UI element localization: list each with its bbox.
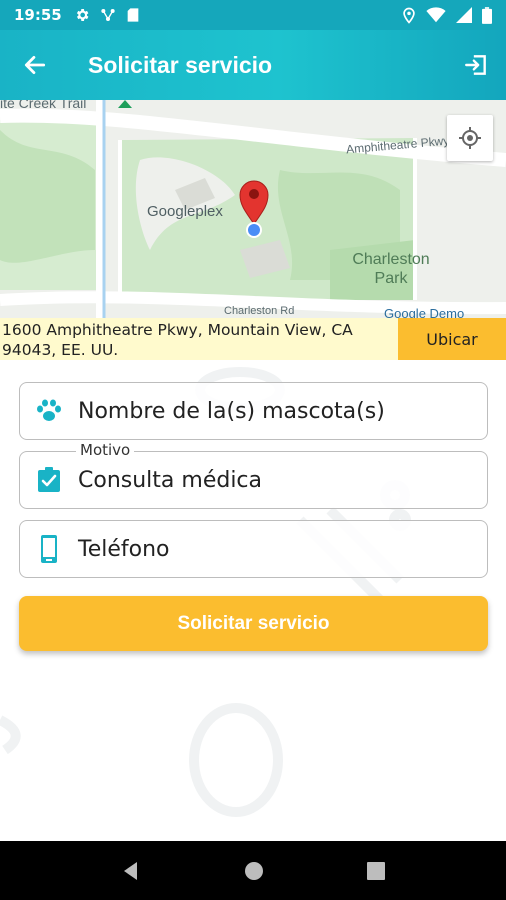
nav-back-icon[interactable] (121, 861, 141, 881)
my-location-button[interactable] (447, 115, 493, 161)
system-nav-bar (0, 841, 506, 900)
reason-legend: Motivo (76, 441, 135, 459)
page-title: Solicitar servicio (88, 51, 273, 78)
clipboard-check-icon (20, 467, 78, 493)
status-bar: 19:55 (0, 0, 506, 30)
arrow-left-icon (24, 56, 46, 74)
pet-name-placeholder: Nombre de la(s) mascota(s) (78, 398, 385, 424)
wifi-icon (426, 7, 446, 23)
phone-placeholder: Teléfono (78, 536, 170, 562)
settings-icon (76, 9, 89, 21)
map-label-charleston-rd: Charleston Rd (224, 305, 295, 317)
map-view[interactable]: ite Creek Trail Amphitheatre Pkwy Google… (0, 100, 506, 318)
nav-recents-icon[interactable] (366, 861, 385, 880)
exit-icon (465, 55, 486, 75)
network-share-icon (101, 9, 115, 21)
map-label-google-demo: Google Demo (384, 306, 465, 318)
address-bar: 1600 Amphitheatre Pkwy, Mountain View, C… (0, 318, 506, 360)
back-button[interactable] (0, 30, 70, 100)
battery-icon (482, 6, 492, 24)
submit-request-button[interactable]: Solicitar servicio (19, 596, 488, 651)
phone-icon (20, 535, 78, 563)
ubicar-button[interactable]: Ubicar (398, 318, 506, 360)
nav-home-icon[interactable] (244, 861, 264, 881)
app-bar: Solicitar servicio (0, 30, 506, 100)
signal-icon (456, 7, 472, 23)
phone-field[interactable]: Teléfono (19, 520, 488, 578)
paw-icon (20, 399, 78, 423)
map-label-charleston-park: Charleston Park (352, 251, 430, 287)
reason-value: Consulta médica (78, 467, 263, 493)
map-label-googleplex: Googleplex (147, 203, 223, 220)
address-text: 1600 Amphitheatre Pkwy, Mountain View, C… (2, 321, 353, 359)
map-label-trail: ite Creek Trail (0, 100, 87, 111)
status-time: 19:55 (14, 6, 62, 24)
location-icon (403, 7, 415, 24)
sd-card-icon (127, 8, 139, 22)
reason-field[interactable]: Motivo Consulta médica (19, 441, 488, 509)
exit-button[interactable] (446, 30, 506, 100)
my-location-icon (459, 127, 481, 149)
pet-name-field[interactable]: Nombre de la(s) mascota(s) (19, 382, 488, 440)
